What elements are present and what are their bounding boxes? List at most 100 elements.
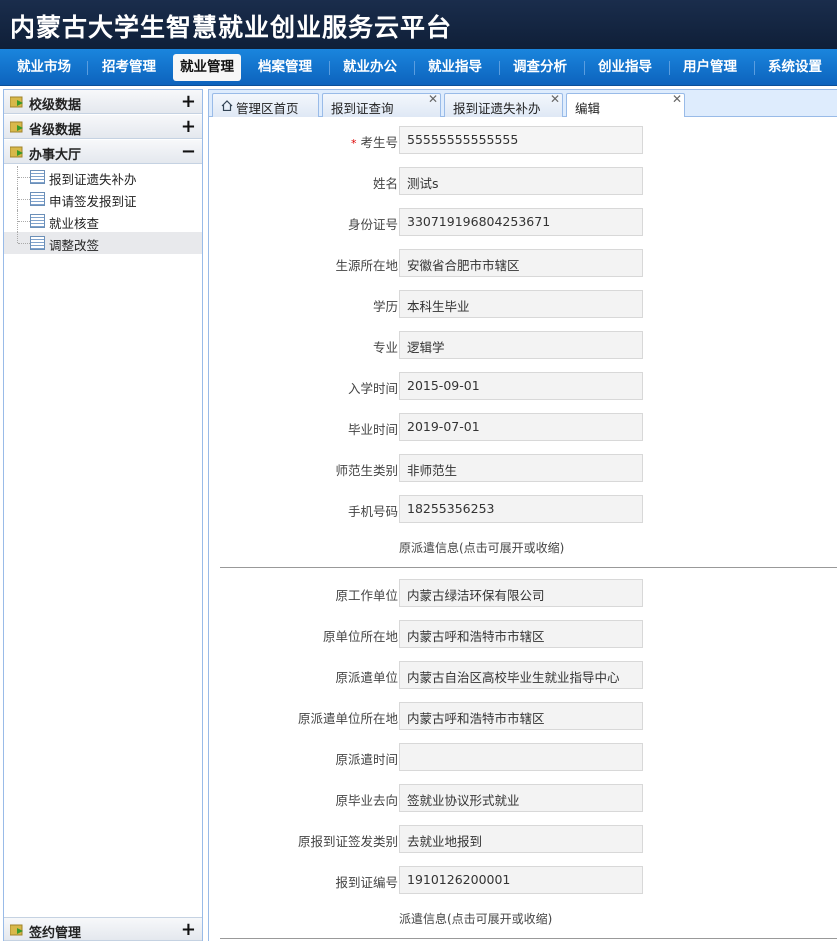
field-label-text: 考生号	[360, 135, 398, 150]
field-label: 原派遣单位	[335, 670, 398, 685]
education-field[interactable]: 本科生毕业	[399, 290, 643, 318]
field-row-major: 专业 逻辑学	[209, 331, 837, 359]
field-label: 原毕业去向	[335, 793, 398, 808]
field-label: 原单位所在地	[322, 629, 398, 644]
major-field[interactable]: 逻辑学	[399, 331, 643, 359]
candidate-number-field[interactable]: 55555555555555	[399, 126, 643, 154]
original-dispatch-unit-field[interactable]: 内蒙古自治区高校毕业生就业指导中心	[399, 661, 643, 689]
expand-icon[interactable]: +	[181, 918, 196, 942]
sidebar-item-adjust-resign[interactable]: 调整改签	[4, 232, 202, 254]
field-label: 姓名	[372, 176, 398, 191]
sidebar-group-contract-management[interactable]: 签约管理 +	[4, 917, 202, 941]
name-field[interactable]: 测试s	[399, 167, 643, 195]
field-label: 原派遣单位所在地	[297, 711, 398, 726]
original-dispatch-time-field[interactable]	[399, 743, 643, 771]
normal-student-type-field[interactable]: 非师范生	[399, 454, 643, 482]
original-employer-location-field[interactable]: 内蒙古呼和浩特市市辖区	[399, 620, 643, 648]
field-row-id-number: 身份证号 330719196804253671	[209, 208, 837, 236]
folder-arrow-icon	[10, 96, 23, 108]
nav-item-archive-management[interactable]: 档案管理	[251, 54, 319, 81]
tree-line	[17, 232, 18, 243]
enrollment-date-field[interactable]: 2015-09-01	[399, 372, 643, 400]
field-label: 师范生类别	[335, 463, 398, 478]
nav-item-entrepreneurship-guidance[interactable]: 创业指导	[591, 54, 659, 81]
certificate-number-field[interactable]: 1910126200001	[399, 866, 643, 894]
tab-bar: 管理区首页 报到证查询 ✕ 报到证遗失补办 ✕ 编辑 ✕	[208, 89, 837, 118]
home-icon	[221, 100, 233, 111]
sidebar-item-label: 就业核查	[49, 216, 100, 231]
sidebar-item-employment-check[interactable]: 就业核查	[4, 210, 202, 232]
sidebar-group-provincial-data[interactable]: 省级数据 +	[4, 115, 202, 139]
main-nav: 就业市场 招考管理 就业管理 档案管理 就业办公 就业指导 调查分析 创业指导 …	[0, 49, 837, 86]
expand-icon[interactable]: +	[181, 115, 196, 139]
tab-label: 管理区首页	[236, 101, 299, 116]
close-icon[interactable]: ✕	[550, 92, 560, 106]
nav-item-exam-management[interactable]: 招考管理	[95, 54, 163, 81]
section-divider	[220, 567, 837, 568]
close-icon[interactable]: ✕	[428, 92, 438, 106]
original-dispatch-toggle-link[interactable]: 原派遣信息(点击可展开或收缩)	[399, 539, 564, 556]
nav-separator	[499, 61, 500, 75]
tab-certificate-query[interactable]: 报到证查询 ✕	[322, 92, 441, 117]
field-label: * 考生号	[351, 132, 398, 151]
sidebar-item-apply-certificate[interactable]: 申请签发报到证	[4, 188, 202, 210]
expand-icon[interactable]: +	[181, 90, 196, 114]
origin-location-field[interactable]: 安徽省合肥市市辖区	[399, 249, 643, 277]
nav-separator	[669, 61, 670, 75]
phone-field[interactable]: 18255356253	[399, 495, 643, 523]
dispatch-toggle-link[interactable]: 派遣信息(点击可展开或收缩)	[399, 910, 552, 927]
table-icon	[30, 170, 45, 184]
folder-arrow-icon	[10, 924, 23, 936]
field-label: 手机号码	[347, 504, 398, 519]
sidebar-group-school-data[interactable]: 校级数据 +	[4, 90, 202, 114]
field-row-candidate-number: * 考生号 55555555555555	[209, 126, 837, 154]
field-row-original-dispatch-unit-location: 原派遣单位所在地 内蒙古呼和浩特市市辖区	[209, 702, 837, 730]
field-label: 生源所在地	[335, 258, 398, 273]
app-title: 内蒙古大学生智慧就业创业服务云平台	[10, 13, 453, 42]
field-label: 入学时间	[347, 381, 398, 396]
nav-item-user-management[interactable]: 用户管理	[676, 54, 744, 81]
table-icon	[30, 236, 45, 250]
graduation-date-field[interactable]: 2019-07-01	[399, 413, 643, 441]
close-icon[interactable]: ✕	[672, 92, 682, 106]
sidebar-group-label: 校级数据	[29, 98, 82, 113]
sidebar-item-label: 申请签发报到证	[49, 194, 137, 209]
tab-edit[interactable]: 编辑 ✕	[566, 92, 685, 118]
field-label: 原报到证签发类别	[297, 834, 398, 849]
required-mark: *	[350, 137, 357, 150]
field-row-origin-location: 生源所在地 安徽省合肥市市辖区	[209, 249, 837, 277]
nav-item-job-market[interactable]: 就业市场	[10, 54, 78, 81]
nav-item-employment-guidance[interactable]: 就业指导	[421, 54, 489, 81]
id-number-field[interactable]: 330719196804253671	[399, 208, 643, 236]
tab-label: 报到证遗失补办	[453, 101, 541, 116]
folder-arrow-icon	[10, 146, 23, 158]
field-row-original-certificate-type: 原报到证签发类别 去就业地报到	[209, 825, 837, 853]
field-row-normal-student-type: 师范生类别 非师范生	[209, 454, 837, 482]
tab-certificate-reissue[interactable]: 报到证遗失补办 ✕	[444, 92, 563, 117]
nav-item-survey-analysis[interactable]: 调查分析	[506, 54, 574, 81]
sidebar-item-label: 调整改签	[49, 238, 100, 253]
original-dispatch-unit-location-field[interactable]: 内蒙古呼和浩特市市辖区	[399, 702, 643, 730]
sidebar-item-certificate-reissue[interactable]: 报到证遗失补办	[4, 166, 202, 188]
section-divider	[220, 938, 837, 939]
nav-separator	[329, 61, 330, 75]
original-graduation-destination-field[interactable]: 签就业协议形式就业	[399, 784, 643, 812]
header-banner: 内蒙古大学生智慧就业创业服务云平台	[0, 0, 837, 49]
original-employer-field[interactable]: 内蒙古绿洁环保有限公司	[399, 579, 643, 607]
tree-line	[18, 221, 30, 222]
table-icon	[30, 214, 45, 228]
tab-admin-home[interactable]: 管理区首页	[212, 93, 319, 117]
collapse-icon[interactable]: −	[181, 140, 196, 164]
field-row-phone: 手机号码 18255356253	[209, 495, 837, 523]
field-row-education: 学历 本科生毕业	[209, 290, 837, 318]
field-row-original-dispatch-unit: 原派遣单位 内蒙古自治区高校毕业生就业指导中心	[209, 661, 837, 689]
field-row-original-graduation-destination: 原毕业去向 签就业协议形式就业	[209, 784, 837, 812]
sidebar-group-label: 签约管理	[29, 926, 82, 941]
nav-item-system-settings[interactable]: 系统设置	[761, 54, 829, 81]
sidebar-group-label: 办事大厅	[29, 148, 82, 163]
sidebar-group-service-hall[interactable]: 办事大厅 −	[4, 140, 202, 164]
original-certificate-type-field[interactable]: 去就业地报到	[399, 825, 643, 853]
nav-item-employment-office[interactable]: 就业办公	[336, 54, 404, 81]
nav-separator	[584, 61, 585, 75]
nav-item-employment-management[interactable]: 就业管理	[173, 54, 241, 81]
